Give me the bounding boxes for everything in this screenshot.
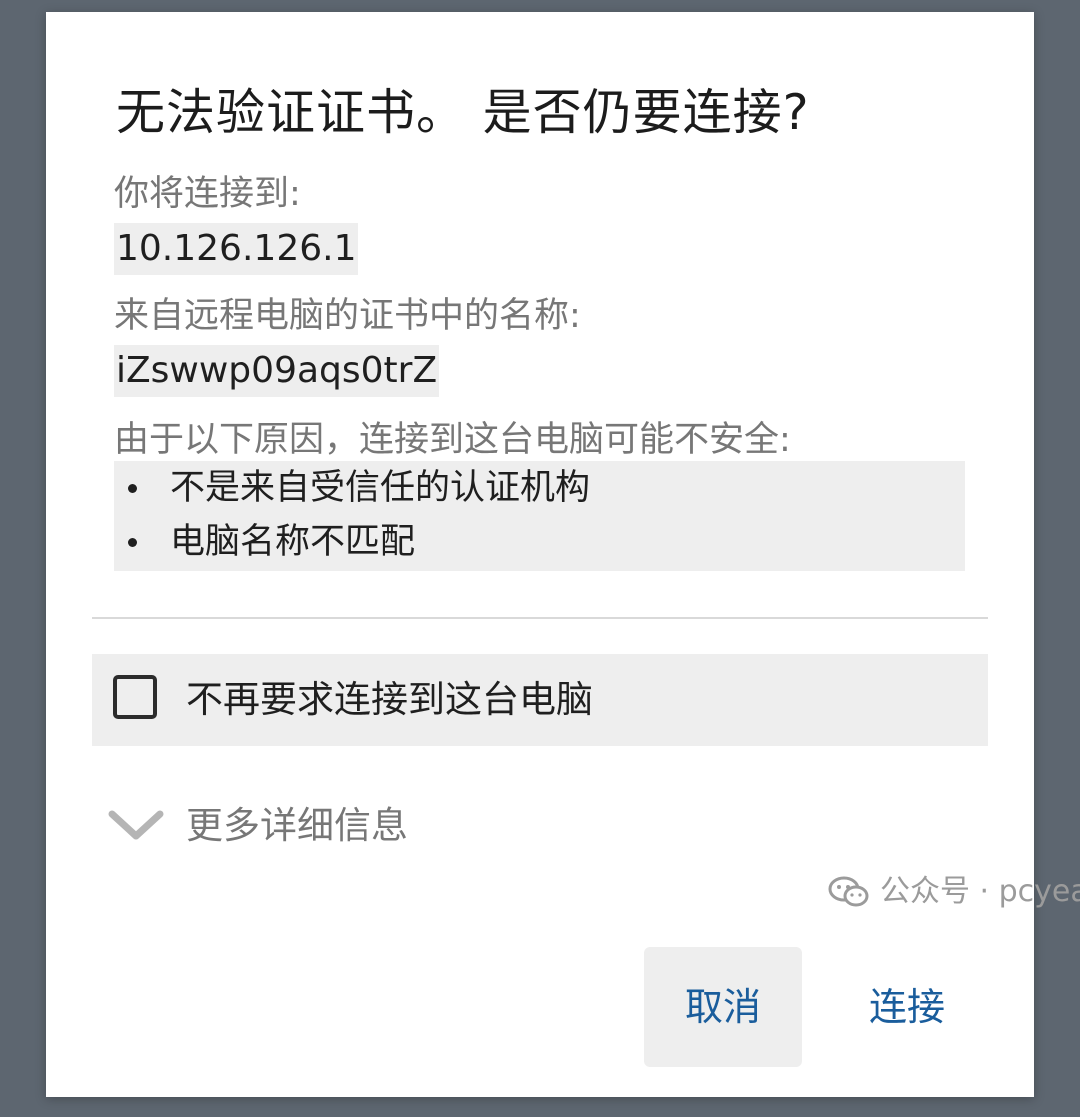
dont-ask-again-label[interactable]: 不再要求连接到这台电脑 bbox=[186, 674, 593, 726]
cert-name-label: 来自远程电脑的证书中的名称: bbox=[114, 296, 581, 336]
wechat-icon bbox=[828, 876, 869, 907]
connect-button[interactable]: 连接 bbox=[832, 947, 982, 1067]
reason-text: 电脑名称不匹配 bbox=[170, 522, 416, 562]
watermark: 公众号 · pcyear bbox=[828, 872, 1080, 912]
more-details-toggle[interactable]: 更多详细信息 bbox=[106, 798, 506, 854]
checkbox-unchecked-icon[interactable] bbox=[113, 675, 157, 719]
reason-text: 不是来自受信任的认证机构 bbox=[170, 468, 591, 508]
reason-item: 不是来自受信任的认证机构 bbox=[114, 461, 965, 515]
cert-name-value: iZswwp09aqs0trZ bbox=[114, 345, 440, 397]
reason-item: 电脑名称不匹配 bbox=[114, 515, 965, 569]
dialog-title: 无法验证证书。 是否仍要连接? bbox=[116, 84, 810, 141]
reasons-label: 由于以下原因，连接到这台电脑可能不安全: bbox=[114, 420, 791, 460]
certificate-warning-dialog: 无法验证证书。 是否仍要连接? 你将连接到: 10.126.126.1 来自远程… bbox=[46, 12, 1080, 1097]
divider bbox=[92, 617, 988, 619]
dont-ask-again-checkbox-row[interactable]: 不再要求连接到这台电脑 bbox=[92, 654, 988, 746]
connect-to-label: 你将连接到: bbox=[114, 174, 301, 214]
bullet-icon bbox=[128, 538, 137, 547]
cancel-button[interactable]: 取消 bbox=[644, 947, 802, 1067]
bullet-icon bbox=[128, 484, 137, 493]
watermark-text: 公众号 · pcyear bbox=[880, 874, 1080, 909]
reasons-list: 不是来自受信任的认证机构 电脑名称不匹配 bbox=[114, 461, 965, 571]
more-details-label[interactable]: 更多详细信息 bbox=[186, 800, 408, 852]
host-address: 10.126.126.1 bbox=[114, 223, 359, 275]
chevron-down-icon[interactable] bbox=[106, 806, 166, 846]
